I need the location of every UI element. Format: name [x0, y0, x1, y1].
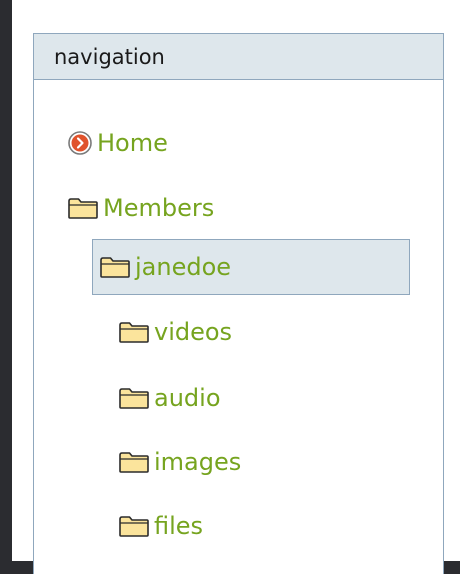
folder-icon: [68, 198, 98, 219]
home-arrow-icon: [68, 131, 92, 155]
folder-icon: [119, 388, 149, 409]
nav-item-images[interactable]: images: [118, 450, 241, 474]
page-canvas: navigation Home Members janedoe videos a…: [12, 0, 460, 574]
nav-item-label: Members: [103, 194, 215, 222]
nav-item-home[interactable]: Home: [67, 130, 168, 156]
nav-item-members[interactable]: Members: [67, 196, 214, 220]
portlet-title: navigation: [34, 34, 443, 80]
folder-icon: [119, 516, 149, 537]
navigation-portlet: navigation Home Members janedoe videos a…: [33, 33, 444, 574]
folder-icon: [119, 452, 149, 473]
folder-icon: [100, 257, 130, 278]
nav-item-label: videos: [154, 318, 233, 346]
folder-icon: [119, 322, 149, 343]
nav-item-label: audio: [154, 384, 221, 412]
nav-item-audio[interactable]: audio: [118, 386, 221, 410]
nav-item-label: Home: [97, 129, 168, 157]
nav-item-label: janedoe: [135, 253, 232, 281]
nav-item-label: images: [154, 448, 242, 476]
nav-item-videos[interactable]: videos: [118, 320, 232, 344]
nav-item-label: files: [154, 512, 204, 540]
nav-item-files[interactable]: files: [118, 514, 203, 538]
nav-item-janedoe[interactable]: janedoe: [92, 239, 410, 295]
